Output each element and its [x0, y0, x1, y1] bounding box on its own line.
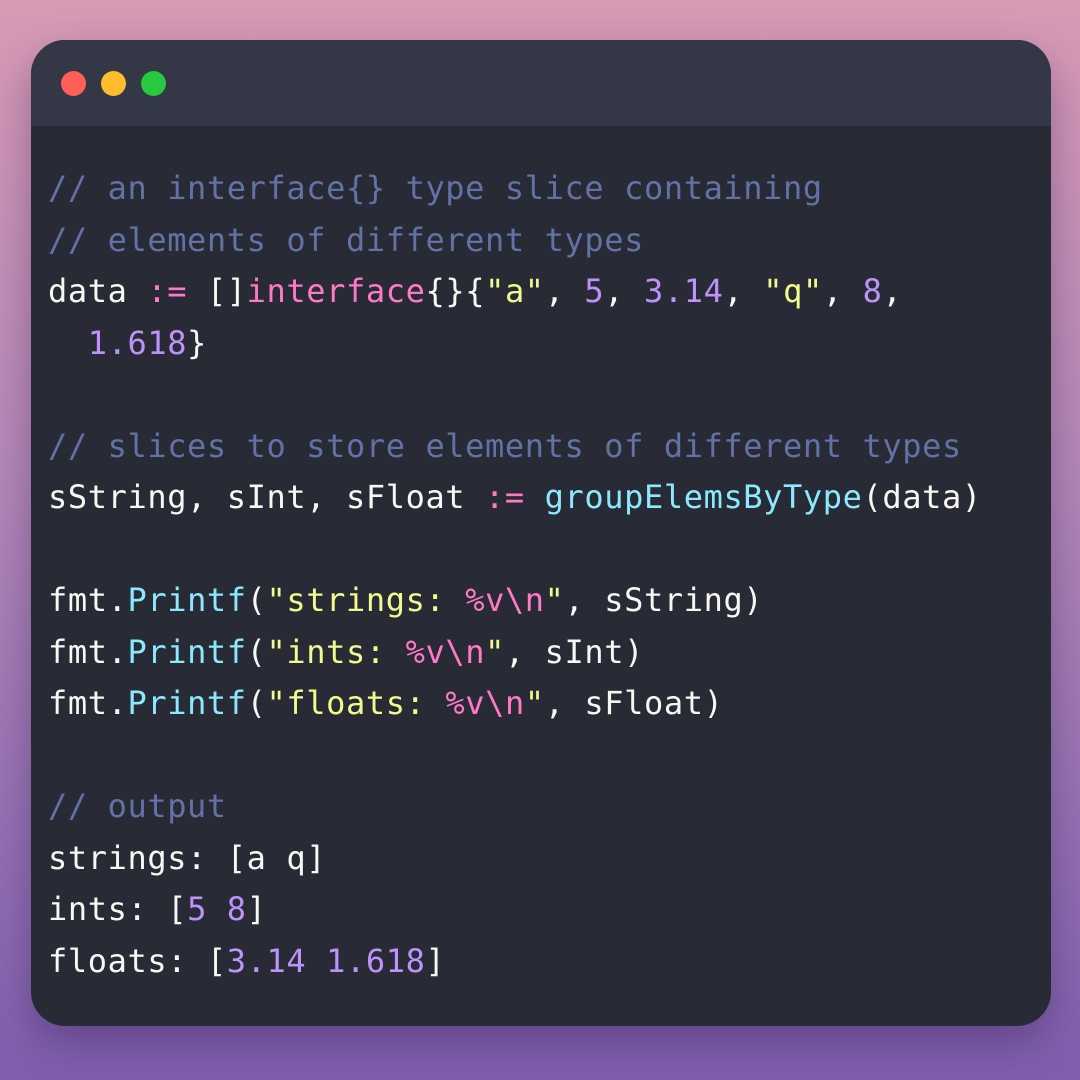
- code-line: sString, sInt, sFloat := groupElemsByTyp…: [48, 472, 1048, 524]
- code-token: // elements of different types: [48, 220, 644, 259]
- code-token: "floats:: [266, 684, 446, 722]
- code-token: ": [485, 632, 505, 671]
- code-token: ": [544, 581, 565, 619]
- code-token: ,: [882, 272, 903, 310]
- minimize-dot-icon[interactable]: [101, 71, 126, 96]
- code-line: // slices to store elements of different…: [48, 421, 1048, 473]
- code-token: 5 8: [187, 890, 247, 928]
- code-line: data := []interface{}{"a", 5, 3.14, "q",…: [48, 266, 1048, 318]
- code-token: (: [246, 581, 267, 619]
- code-token: "strings:: [266, 581, 466, 619]
- code-token: Printf: [127, 684, 247, 722]
- code-token: "a": [485, 272, 545, 310]
- code-token: 1.618: [87, 323, 188, 362]
- code-token: floats: [: [48, 941, 227, 980]
- code-token: fmt.: [48, 684, 128, 722]
- code-token: []: [187, 272, 247, 310]
- code-token: data: [48, 272, 148, 310]
- code-token: ,: [604, 272, 645, 310]
- code-token: 3.14: [644, 272, 724, 310]
- code-token: Printf: [127, 581, 247, 619]
- code-token: groupElemsByType: [544, 478, 863, 516]
- code-line: fmt.Printf("floats: %v\n", sFloat): [48, 678, 1048, 730]
- code-token: (data): [862, 478, 982, 516]
- code-token: (: [246, 684, 267, 722]
- code-token: :=: [485, 478, 525, 516]
- code-line: floats: [3.14 1.618]: [48, 936, 1048, 988]
- code-token: %v\n: [405, 632, 486, 671]
- code-token: Printf: [127, 632, 247, 671]
- code-line: strings: [a q]: [48, 833, 1048, 885]
- code-token: %v\n: [445, 684, 525, 722]
- code-token: strings: [a q]: [48, 838, 327, 877]
- code-token: ,: [822, 272, 863, 310]
- close-dot-icon[interactable]: [61, 71, 86, 96]
- maximize-dot-icon[interactable]: [141, 71, 166, 96]
- code-line: 1.618}: [48, 318, 1048, 370]
- code-token: :=: [147, 272, 188, 310]
- code-token: 3.14 1.618: [226, 941, 426, 980]
- code-block: // an interface{} type slice containing /…: [48, 163, 1048, 987]
- code-token: 8: [862, 272, 883, 310]
- code-window: // an interface{} type slice containing /…: [31, 40, 1051, 1026]
- code-token: interface: [246, 272, 426, 310]
- code-line: ints: [5 8]: [48, 884, 1048, 936]
- code-token: ,: [723, 272, 764, 310]
- code-token: ,: [544, 272, 585, 310]
- code-token: // output: [48, 787, 227, 825]
- code-line: fmt.Printf("ints: %v\n", sInt): [48, 627, 1048, 679]
- code-token: , sInt): [504, 632, 645, 671]
- code-token: fmt.: [48, 632, 128, 671]
- code-token: ": [524, 684, 545, 722]
- code-token: // an interface{} type slice containing: [48, 169, 823, 207]
- code-token: ]: [425, 941, 446, 980]
- window-titlebar: [31, 40, 1051, 126]
- code-token: ]: [246, 890, 267, 928]
- code-line: // elements of different types: [48, 215, 1048, 267]
- code-token: // slices to store elements of different…: [48, 426, 962, 465]
- code-token: {}{: [425, 272, 486, 310]
- code-line: // output: [48, 781, 1048, 833]
- code-token: , sFloat): [544, 684, 724, 722]
- code-token: %v\n: [465, 581, 545, 619]
- code-token: sString, sInt, sFloat: [48, 478, 486, 516]
- code-token: (: [246, 632, 267, 671]
- code-token: , sString): [564, 581, 764, 619]
- code-token: "ints:: [266, 632, 406, 671]
- code-line: fmt.Printf("strings: %v\n", sString): [48, 575, 1048, 627]
- code-token: 5: [584, 272, 605, 310]
- code-token: fmt.: [48, 581, 128, 619]
- code-line: // an interface{} type slice containing: [48, 163, 1048, 215]
- code-token: ints: [: [48, 890, 188, 928]
- code-token: }: [187, 323, 207, 362]
- code-token: "q": [763, 272, 823, 310]
